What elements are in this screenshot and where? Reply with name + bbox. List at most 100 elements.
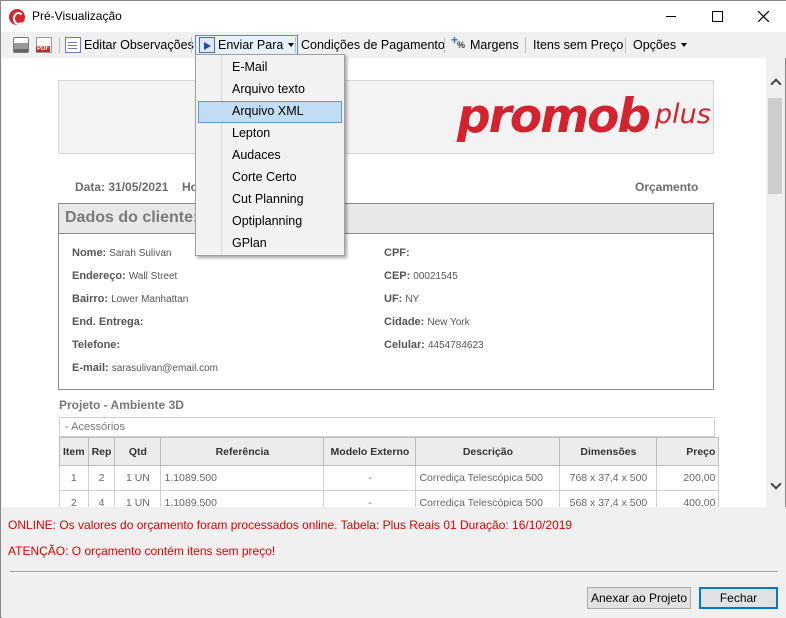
unpriced-items-button[interactable]: Itens sem Preço xyxy=(533,35,623,55)
options-label: Opções xyxy=(633,38,677,52)
close-button[interactable]: Fechar xyxy=(699,587,778,609)
divider xyxy=(10,571,778,572)
table-row: 2 4 1 UN 1.1089.500 - Corrediça Telescóp… xyxy=(59,490,720,507)
client-city-field: Cidade: New York xyxy=(384,316,470,328)
unpriced-items-label: Itens sem Preço xyxy=(533,38,624,52)
accessories-group-row: - Acessórios xyxy=(59,417,715,437)
table-cell: 4 xyxy=(87,490,116,507)
export-pdf-button[interactable] xyxy=(36,35,55,55)
client-email-field: E-mail: sarasulivan@email.com xyxy=(72,362,218,374)
notes-icon xyxy=(65,37,81,53)
promob-logo: promob xyxy=(457,89,651,144)
field-value: Lower Manhattan xyxy=(111,294,189,305)
field-value: New York xyxy=(427,317,470,328)
margins-label: Margens xyxy=(470,38,519,52)
send-to-label: Enviar Para xyxy=(218,38,284,52)
window-title: Pré-Visualização xyxy=(32,9,122,23)
title-bar: Pré-Visualização xyxy=(1,1,786,32)
client-section-header: Dados do cliente: xyxy=(59,204,713,234)
menu-item-text-file[interactable]: Arquivo texto xyxy=(198,79,342,101)
menu-item-lepton[interactable]: Lepton xyxy=(198,123,342,145)
warning-message: ATENÇÃO: O orçamento contém itens sem pr… xyxy=(8,544,276,558)
table-cell: - xyxy=(323,490,417,507)
scroll-down-button[interactable] xyxy=(766,476,785,496)
scroll-thumb[interactable] xyxy=(768,98,782,194)
table-cell: 200,00 xyxy=(656,465,720,491)
field-label: UF: xyxy=(384,293,403,305)
vertical-scrollbar[interactable] xyxy=(766,58,785,507)
send-to-menu: E-Mail Arquivo texto Arquivo XML Lepton … xyxy=(195,54,345,256)
client-mobile-field: Celular: 4454784623 xyxy=(384,339,484,351)
options-button[interactable]: Opções xyxy=(633,35,688,55)
client-phone-field: Telefone: xyxy=(72,339,123,351)
edit-notes-label: Editar Observações xyxy=(84,38,194,52)
minimize-button[interactable] xyxy=(648,1,694,32)
table-cell: - xyxy=(323,465,417,491)
menu-item-optiplanning[interactable]: Optiplanning xyxy=(198,211,342,233)
client-section: Dados do cliente: Nome: Sarah Sulivan End… xyxy=(58,203,714,390)
table-cell: 1.1089.500 xyxy=(160,490,325,507)
margin-percent-icon xyxy=(451,33,467,53)
payment-terms-button[interactable]: Condições de Pagamento xyxy=(301,35,445,55)
table-cell: 1 UN xyxy=(114,490,162,507)
field-value: NY xyxy=(405,294,420,305)
client-address-field: Endereço: Wall Street xyxy=(72,270,177,282)
margins-button[interactable]: Margens xyxy=(451,33,519,55)
chevron-down-icon xyxy=(681,43,688,47)
close-window-button[interactable] xyxy=(740,1,786,32)
send-to-button[interactable]: Enviar Para xyxy=(195,35,299,55)
toolbar: Editar Observações Enviar Para Condições… xyxy=(1,32,786,58)
edit-notes-button[interactable]: Editar Observações xyxy=(65,35,194,55)
client-cpf-field: CPF: xyxy=(384,247,413,259)
chevron-down-icon xyxy=(288,43,295,47)
maximize-button[interactable] xyxy=(694,1,740,32)
menu-item-email[interactable]: E-Mail xyxy=(198,57,342,79)
preview-window: Pré-Visualização Editar Observações Envi… xyxy=(0,0,786,618)
scroll-up-button[interactable] xyxy=(766,72,785,92)
field-label: CEP: xyxy=(384,270,411,282)
col-header: Preço xyxy=(656,437,720,466)
toolbar-separator xyxy=(525,37,526,53)
promob-logo-plus: plus xyxy=(655,99,711,130)
field-label: Endereço: xyxy=(72,270,126,282)
client-name-field: Nome: Sarah Sulivan xyxy=(72,247,172,259)
field-label: Celular: xyxy=(384,339,425,351)
project-title: Projeto - Ambiente 3D xyxy=(59,398,184,412)
table-cell: 568 x 37,4 x 500 xyxy=(559,490,658,507)
payment-terms-label: Condições de Pagamento xyxy=(301,38,445,52)
field-label: End. Entrega: xyxy=(72,316,144,328)
toolbar-separator xyxy=(191,37,192,53)
table-header-row: Item Rep Qtd Referência Modelo Externo D… xyxy=(59,437,720,466)
col-header: Rep xyxy=(87,437,116,466)
report-preview[interactable]: promob plus Data: 31/05/2021 Ho Orçament… xyxy=(2,58,766,507)
table-cell: 400,00 xyxy=(656,490,720,507)
close-icon xyxy=(757,11,769,22)
field-label: Telefone: xyxy=(72,339,121,351)
menu-item-corte-certo[interactable]: Corte Certo xyxy=(198,167,342,189)
table-cell: 2 xyxy=(59,490,89,507)
field-label: CPF: xyxy=(384,247,410,259)
menu-item-gplan[interactable]: GPlan xyxy=(198,233,342,255)
client-state-field: UF: NY xyxy=(384,293,419,305)
col-header: Item xyxy=(59,437,89,466)
table-cell: Corrediça Telescópica 500 xyxy=(415,465,561,491)
field-label: Cidade: xyxy=(384,316,425,328)
table-cell: Corrediça Telescópica 500 xyxy=(415,490,561,507)
attach-to-project-button[interactable]: Anexar ao Projeto xyxy=(587,587,691,609)
menu-item-cut-planning[interactable]: Cut Planning xyxy=(198,189,342,211)
table-cell: 1 xyxy=(59,465,89,491)
online-status-message: ONLINE: Os valores do orçamento foram pr… xyxy=(8,518,573,532)
field-value: Wall Street xyxy=(128,271,178,282)
field-label: Bairro: xyxy=(72,293,109,305)
toolbar-separator xyxy=(59,37,60,53)
toolbar-separator xyxy=(444,37,445,53)
table-row: 1 2 1 UN 1.1089.500 - Corrediça Telescóp… xyxy=(59,465,720,491)
menu-item-audaces[interactable]: Audaces xyxy=(198,145,342,167)
field-label: E-mail: xyxy=(72,362,109,374)
col-header: Referência xyxy=(160,437,325,466)
table-cell: 1 UN xyxy=(114,465,162,491)
client-section-title: Dados do cliente: xyxy=(65,209,199,226)
field-value: Sarah Sulivan xyxy=(109,248,172,259)
print-button[interactable] xyxy=(13,35,32,55)
menu-item-xml-file[interactable]: Arquivo XML xyxy=(198,101,342,123)
